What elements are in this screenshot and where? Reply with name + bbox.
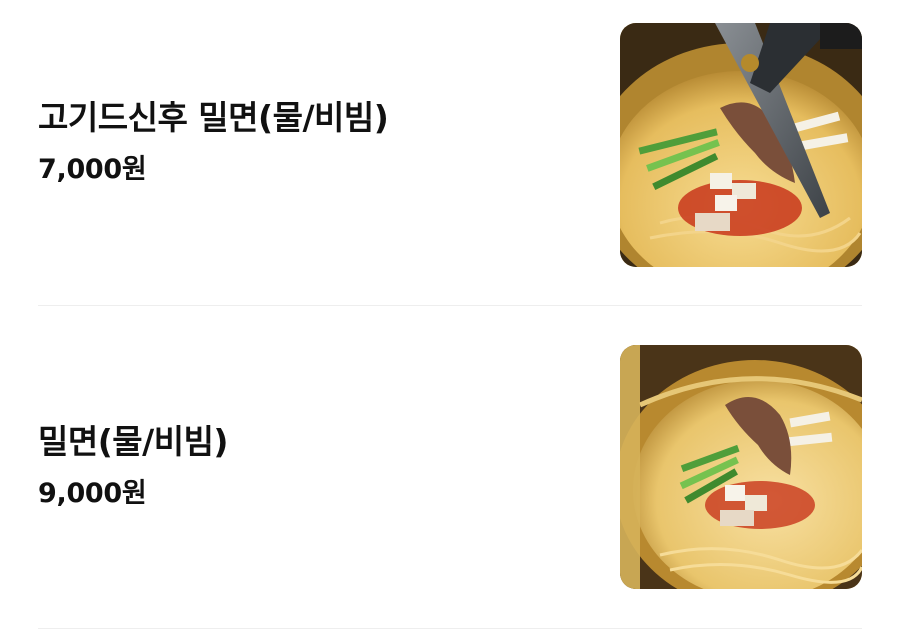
- menu-item-photo[interactable]: [620, 23, 862, 267]
- menu-item[interactable]: 밀면(물/비빔) 9,000원: [38, 323, 862, 629]
- menu-item-photo[interactable]: [620, 345, 862, 589]
- menu-item-name: 밀면(물/비빔): [38, 422, 229, 461]
- menu-item-price: 9,000원: [38, 478, 147, 509]
- menu-item-name: 고기드신후 밀면(물/비빔): [38, 98, 389, 137]
- noodle-photo-with-scissors-icon: [620, 23, 862, 267]
- menu-item[interactable]: 고기드신후 밀면(물/비빔) 7,000원: [38, 0, 862, 306]
- menu-item-price: 7,000원: [38, 154, 147, 185]
- noodle-photo-icon: [620, 345, 862, 589]
- menu-list: 고기드신후 밀면(물/비빔) 7,000원 밀면(물/비빔) 9,000원: [0, 0, 900, 631]
